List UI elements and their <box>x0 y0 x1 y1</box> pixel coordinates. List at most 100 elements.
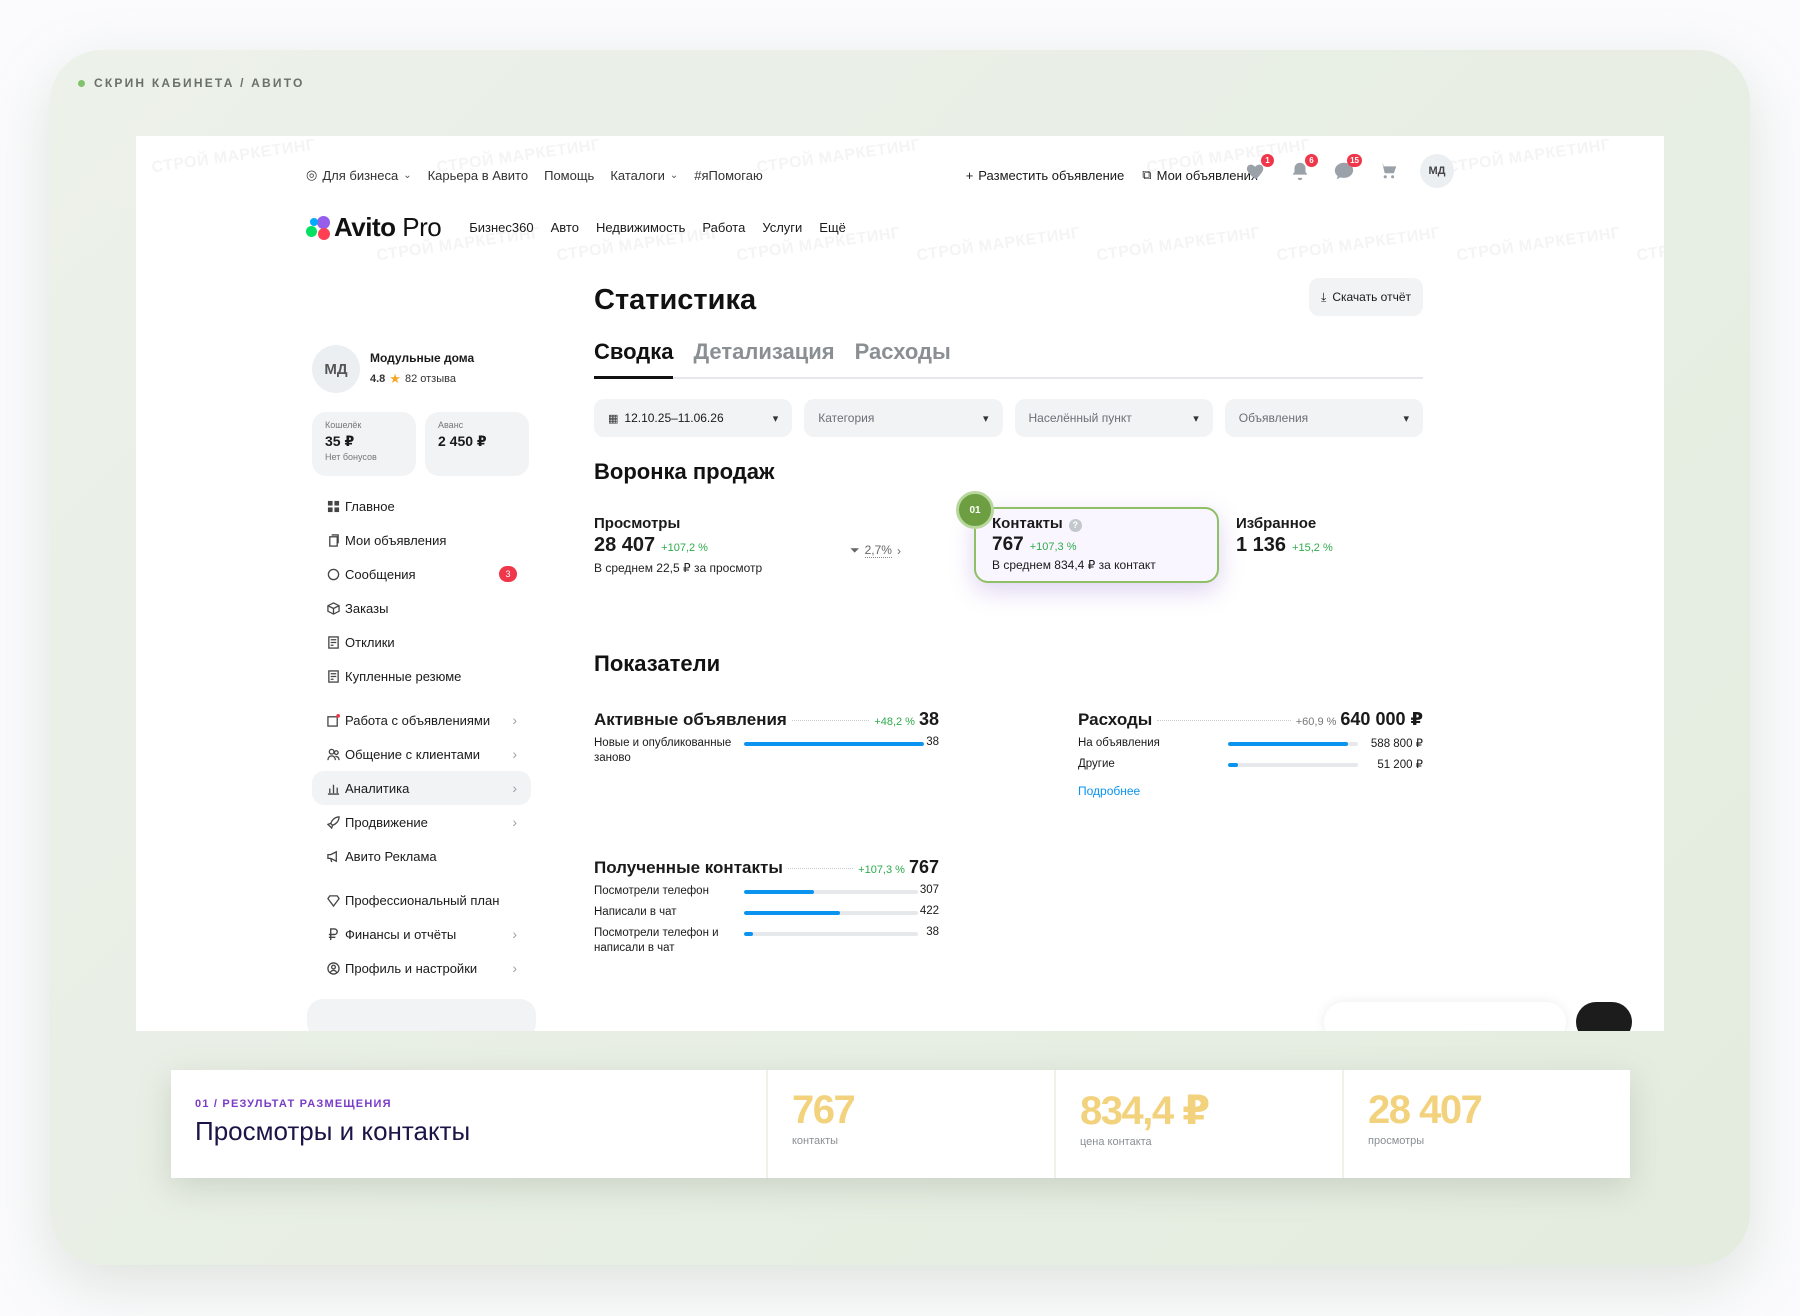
ya-pomogayu-link[interactable]: #яПомогаю <box>694 168 762 183</box>
messages-chat-icon[interactable]: 15 <box>1332 154 1362 183</box>
frame-label: СКРИН КАБИНЕТА / АВИТО <box>78 76 305 90</box>
grid-icon <box>326 499 340 513</box>
sidebar-item-label: Заказы <box>345 600 389 616</box>
dotted-leader <box>787 868 854 869</box>
metric-header: Полученные контакты +107,3 % 767 <box>594 857 939 878</box>
post-ad-link[interactable]: + Разместить объявление <box>966 168 1125 183</box>
result-stat: 28 407 просмотры <box>1342 1070 1630 1178</box>
chevron-down-icon: ⌄ <box>669 169 679 181</box>
sidebar-item[interactable]: Мои объявления <box>312 523 531 557</box>
catalogs-link[interactable]: Каталоги ⌄ <box>610 168 678 183</box>
user-icon <box>326 961 340 975</box>
tabs: Сводка Детализация Расходы <box>594 339 1423 379</box>
sidebar-item-label: Купленные резюме <box>345 668 462 684</box>
metric-row-value: 51 200 ₽ <box>1377 759 1423 771</box>
for-business-link[interactable]: ◎ Для бизнеса ⌄ <box>306 167 412 183</box>
tab-details[interactable]: Детализация <box>693 339 834 377</box>
chat-widget-button[interactable] <box>1576 1002 1632 1031</box>
nav-link[interactable]: Авто <box>551 220 579 235</box>
metric-row-bar <box>744 932 918 936</box>
sidebar-item[interactable]: Сообщения 3 <box>312 557 531 591</box>
metric-value: 640 000 ₽ <box>1340 709 1423 729</box>
chevron-right-icon: › <box>512 746 517 762</box>
contacts-delta: +107,3 % <box>1029 541 1077 553</box>
funnel-conversion[interactable]: ⏷ 2,7% › <box>850 543 901 558</box>
user-avatar[interactable]: МД <box>1420 154 1454 188</box>
advance-title: Аванс <box>438 420 464 430</box>
sidebar-item-label: Главное <box>345 498 395 514</box>
metric-delta: +60,9 % <box>1295 716 1337 728</box>
chevron-right-icon: › <box>512 712 517 728</box>
sidebar-item[interactable]: Общение с клиентами › <box>312 737 531 771</box>
sidebar-item[interactable]: Продвижение › <box>312 805 531 839</box>
sidebar-bottom-widget[interactable] <box>307 999 536 1031</box>
nav-link[interactable]: Услуги <box>762 220 802 235</box>
sidebar-item[interactable]: Аналитика › <box>312 771 531 805</box>
notifications-bell-icon[interactable]: 6 <box>1288 154 1318 183</box>
result-stat: 834,4 ₽ цена контакта <box>1054 1070 1342 1178</box>
metric-row-bar <box>1228 763 1358 767</box>
date-range-select[interactable]: ▦ 12.10.25–11.06.26 ▾ <box>594 399 793 437</box>
metric-header: Активные объявления +48,2 % 38 <box>594 709 939 730</box>
sidebar-item-label: Сообщения <box>345 566 416 582</box>
category-placeholder: Категория <box>818 411 875 425</box>
my-ads-label: Мои объявления <box>1156 167 1258 183</box>
metric-value: 767 <box>908 857 939 877</box>
sidebar-item[interactable]: Работа с объявлениями › <box>312 703 531 737</box>
avito-pro-logo[interactable]: Avito Pro <box>306 212 442 243</box>
wallet-card[interactable]: Кошелёк 35 ₽ Нет бонусов <box>312 412 416 476</box>
chat-widget-input[interactable] <box>1324 1002 1566 1031</box>
ads-select[interactable]: Объявления ▾ <box>1224 399 1423 437</box>
favorites-heart-icon[interactable]: 1 <box>1244 154 1274 183</box>
business-icon: ◎ <box>306 167 318 182</box>
advance-card[interactable]: Аванс 2 450 ₽ <box>425 412 529 476</box>
menu-spacer <box>312 873 531 883</box>
sidebar-item[interactable]: Купленные резюме <box>312 659 531 693</box>
step-number-badge: 01 <box>956 491 994 529</box>
metric-title: Расходы <box>1078 710 1153 729</box>
result-stat: 767 контакты <box>766 1070 1054 1178</box>
ruble-icon <box>326 927 340 941</box>
nav-link[interactable]: Работа <box>702 220 745 235</box>
sidebar-item[interactable]: Профиль и настройки › <box>312 951 531 985</box>
funnel-contacts-highlight[interactable]: Контакты? 767 +107,3 % В среднем 834,4 ₽ … <box>974 507 1219 583</box>
city-select[interactable]: Населённый пункт ▾ <box>1014 399 1213 437</box>
metric-row-value: 38 <box>926 736 939 748</box>
career-link[interactable]: Карьера в Авито <box>428 168 529 183</box>
sidebar-item[interactable]: Финансы и отчёты › <box>312 917 531 951</box>
rating-value: 4.8 <box>370 373 386 385</box>
bar-fill <box>744 742 924 746</box>
reviews-count[interactable]: 82 отзыва <box>405 373 456 385</box>
messages-badge: 15 <box>1347 154 1362 167</box>
calendar-icon: ▦ <box>608 412 619 425</box>
tab-summary[interactable]: Сводка <box>594 339 674 379</box>
metric-delta: +48,2 % <box>874 716 915 728</box>
tab-expenses[interactable]: Расходы <box>855 339 951 377</box>
nav-link[interactable]: Недвижимость <box>596 220 685 235</box>
category-select[interactable]: Категория ▾ <box>804 399 1003 437</box>
my-ads-link[interactable]: ⧉ Мои объявления <box>1142 167 1258 183</box>
profile-name: Модульные дома <box>370 351 475 365</box>
contacts-label: Контакты <box>992 515 1063 532</box>
help-icon[interactable]: ? <box>1068 518 1082 532</box>
sidebar-item[interactable]: Отклики <box>312 625 531 659</box>
metric-row-bar <box>1228 742 1358 746</box>
metric-row-label: Посмотрели телефон <box>594 885 709 897</box>
sidebar-item[interactable]: Заказы <box>312 591 531 625</box>
profile-card[interactable]: МД Модульные дома 4.8 ★ 82 отзыва <box>312 345 474 393</box>
box-icon <box>326 601 340 615</box>
chart-icon <box>326 781 340 795</box>
nav-link[interactable]: Ещё <box>819 220 846 235</box>
nav-link[interactable]: Бизнес360 <box>469 220 533 235</box>
sidebar-item[interactable]: Главное <box>312 489 531 523</box>
help-link[interactable]: Помощь <box>544 168 594 183</box>
filter-funnel-icon: ⏷ <box>850 543 860 557</box>
chevron-down-icon: ▾ <box>982 412 989 425</box>
more-link[interactable]: Подробнее <box>1078 784 1423 798</box>
metric-row-value: 422 <box>919 905 939 917</box>
metric-row-value: 38 <box>926 926 939 938</box>
sidebar-item[interactable]: Авито Реклама <box>312 839 531 873</box>
sidebar-item[interactable]: Профессиональный план <box>312 883 531 917</box>
cart-icon[interactable] <box>1376 159 1400 183</box>
download-report-button[interactable]: ⤓ Скачать отчёт <box>1309 278 1423 316</box>
